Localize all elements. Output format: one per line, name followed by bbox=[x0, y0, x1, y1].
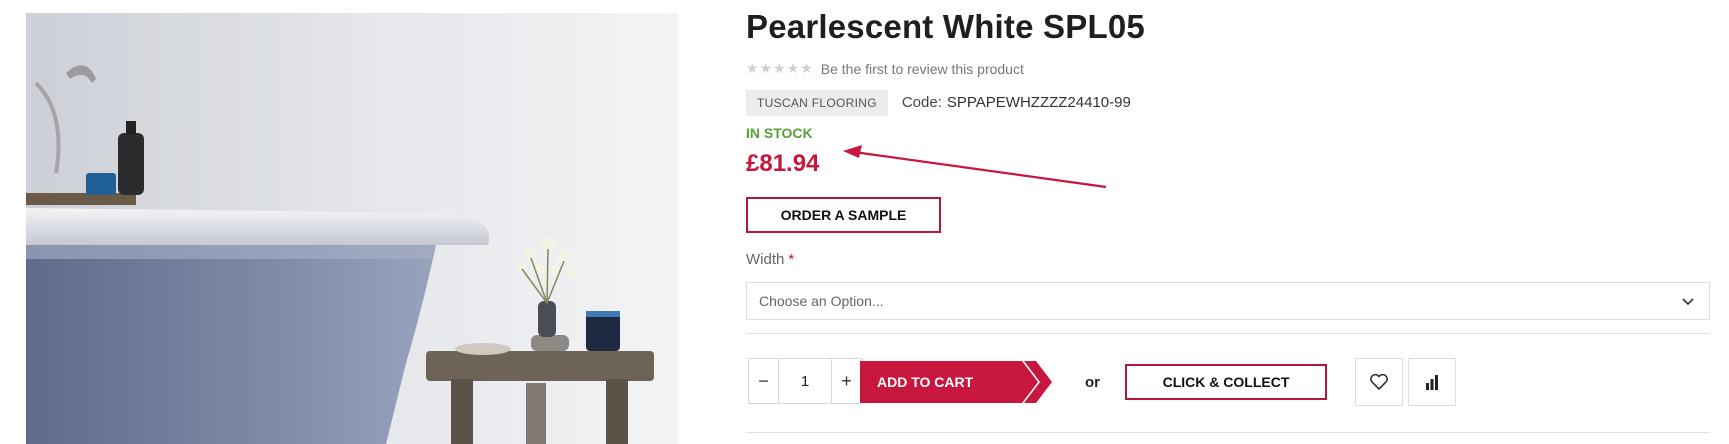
product-photo bbox=[26, 13, 678, 444]
increment-button[interactable]: + bbox=[832, 359, 861, 403]
code-value: SPPAPEWHZZZZ24410-99 bbox=[946, 94, 1131, 111]
product-price: £81.94 bbox=[746, 150, 820, 177]
code-label: Code: bbox=[901, 94, 942, 111]
divider bbox=[746, 333, 1710, 334]
product-image[interactable] bbox=[26, 13, 678, 444]
heart-icon bbox=[1370, 373, 1388, 390]
rating-stars-icon: ★★★★★ bbox=[746, 60, 814, 76]
wishlist-button[interactable] bbox=[1355, 358, 1403, 406]
add-to-cart-button[interactable]: ADD TO CART bbox=[860, 358, 1052, 406]
width-label: Width * bbox=[746, 251, 794, 268]
click-collect-button[interactable]: CLICK & COLLECT bbox=[1125, 364, 1327, 400]
product-code: Code: SPPAPEWHZZZZ24410-99 bbox=[902, 94, 1131, 112]
order-sample-button[interactable]: ORDER A SAMPLE bbox=[746, 197, 941, 233]
width-select-placeholder: Choose an Option... bbox=[759, 293, 884, 309]
review-link[interactable]: Be the first to review this product bbox=[821, 61, 1024, 77]
add-to-cart-label: ADD TO CART bbox=[877, 374, 974, 390]
product-meta: TUSCAN FLOORING Code: SPPAPEWHZZZZ24410-9… bbox=[746, 90, 1131, 116]
width-label-text: Width bbox=[746, 251, 785, 268]
required-mark: * bbox=[788, 251, 795, 268]
or-separator: or bbox=[1085, 374, 1100, 391]
quantity-stepper[interactable]: − 1 + bbox=[748, 358, 862, 404]
width-select[interactable]: Choose an Option... bbox=[746, 282, 1710, 320]
brand-badge[interactable]: TUSCAN FLOORING bbox=[746, 90, 888, 116]
product-title: Pearlescent White SPL05 bbox=[746, 8, 1145, 45]
quantity-input[interactable]: 1 bbox=[778, 359, 832, 403]
compare-button[interactable] bbox=[1408, 358, 1456, 406]
decrement-button[interactable]: − bbox=[749, 359, 778, 403]
chevron-down-icon bbox=[1682, 298, 1694, 306]
bar-chart-icon bbox=[1426, 375, 1438, 390]
divider bbox=[746, 432, 1710, 433]
product-rating: ★★★★★ Be the first to review this produc… bbox=[746, 60, 1024, 77]
stock-status: IN STOCK bbox=[746, 125, 813, 141]
